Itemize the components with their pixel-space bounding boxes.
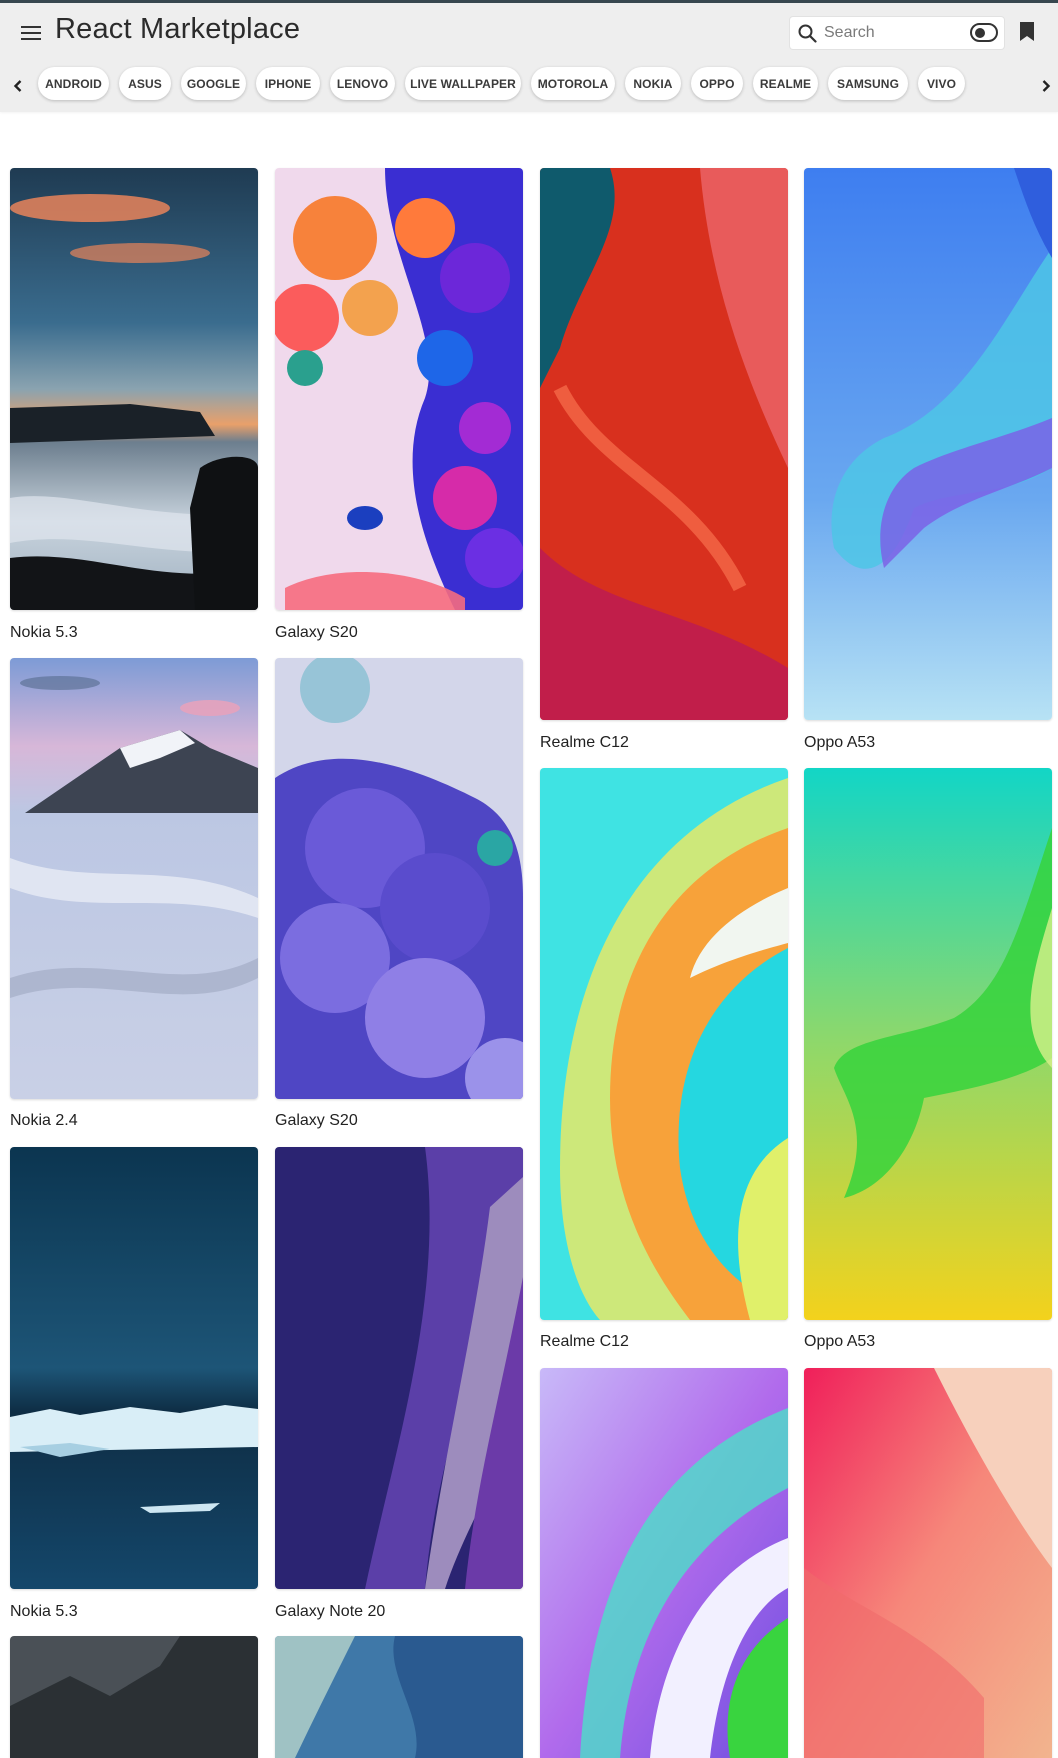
wallpaper-thumbnail [275,168,523,610]
wallpaper-card[interactable]: Oppo A53 [804,168,1052,753]
wallpaper-label: Nokia 5.3 [10,624,78,641]
category-chip-vivo[interactable]: VIVO [918,67,965,100]
wallpaper-card[interactable]: Galaxy S20 [275,168,523,643]
wallpaper-card[interactable] [540,1368,788,1758]
category-chip-lenovo[interactable]: LENOVO [330,67,395,100]
search-icon [798,24,817,48]
chevron-left-icon[interactable] [8,76,28,96]
wallpaper-thumbnail [275,1147,523,1589]
wallpaper-card[interactable]: Nokia 5.3 [10,1147,258,1622]
wallpaper-label: Galaxy S20 [275,624,358,641]
category-chip-motorola[interactable]: MOTOROLA [531,67,615,100]
wallpaper-card[interactable] [10,1636,258,1758]
dark-mode-toggle[interactable] [970,23,998,42]
bookmark-icon[interactable] [1020,22,1034,46]
wallpaper-card[interactable]: Oppo A53 [804,768,1052,1353]
wallpaper-thumbnail [275,1636,523,1758]
category-chip-asus[interactable]: ASUS [119,67,171,100]
category-chip-android[interactable]: ANDROID [38,67,109,100]
wallpaper-card[interactable] [804,1368,1052,1758]
wallpaper-thumbnail [540,168,788,720]
wallpaper-thumbnail [10,168,258,610]
search-input[interactable] [824,23,954,43]
wallpaper-label: Realme C12 [540,734,629,751]
wallpaper-card[interactable] [275,1636,523,1758]
wallpaper-label: Galaxy S20 [275,1112,358,1129]
wallpaper-thumbnail [540,1368,788,1758]
wallpaper-card[interactable]: Nokia 2.4 [10,658,258,1133]
category-chip-oppo[interactable]: OPPO [691,67,743,100]
wallpaper-thumbnail [10,1147,258,1589]
wallpaper-card[interactable]: Realme C12 [540,168,788,753]
wallpaper-thumbnail [804,1368,1052,1758]
wallpaper-thumbnail [540,768,788,1320]
wallpaper-label: Oppo A53 [804,1333,876,1350]
menu-icon[interactable] [16,18,46,48]
wallpaper-label: Oppo A53 [804,734,876,751]
category-chip-iphone[interactable]: IPHONE [256,67,320,100]
category-chip-google[interactable]: GOOGLE [181,67,246,100]
category-chip-nokia[interactable]: NOKIA [625,67,681,100]
category-chip-live-wallpaper[interactable]: LIVE WALLPAPER [405,67,521,100]
app-bar: React Marketplace [0,3,1058,62]
wallpaper-card[interactable]: Nokia 5.3 [10,168,258,643]
wallpaper-label: Realme C12 [540,1333,629,1350]
wallpaper-thumbnail [804,168,1052,720]
category-bar: ANDROID ASUS GOOGLE IPHONE LENOVO LIVE W… [0,62,1058,112]
chevron-right-icon[interactable] [1036,76,1056,96]
wallpaper-thumbnail [804,768,1052,1320]
category-chip-realme[interactable]: REALME [753,67,818,100]
category-chip-samsung[interactable]: SAMSUNG [828,67,908,100]
wallpaper-card[interactable]: Galaxy Note 20 [275,1147,523,1622]
search-box [790,17,1004,49]
wallpaper-label: Nokia 5.3 [10,1603,78,1620]
wallpaper-card[interactable]: Realme C12 [540,768,788,1353]
wallpaper-card[interactable]: Galaxy S20 [275,658,523,1133]
wallpaper-thumbnail [10,658,258,1099]
wallpaper-label: Nokia 2.4 [10,1112,78,1129]
wallpaper-thumbnail [10,1636,258,1758]
wallpaper-thumbnail [275,658,523,1099]
app-title: React Marketplace [55,13,301,45]
wallpaper-label: Galaxy Note 20 [275,1603,386,1620]
